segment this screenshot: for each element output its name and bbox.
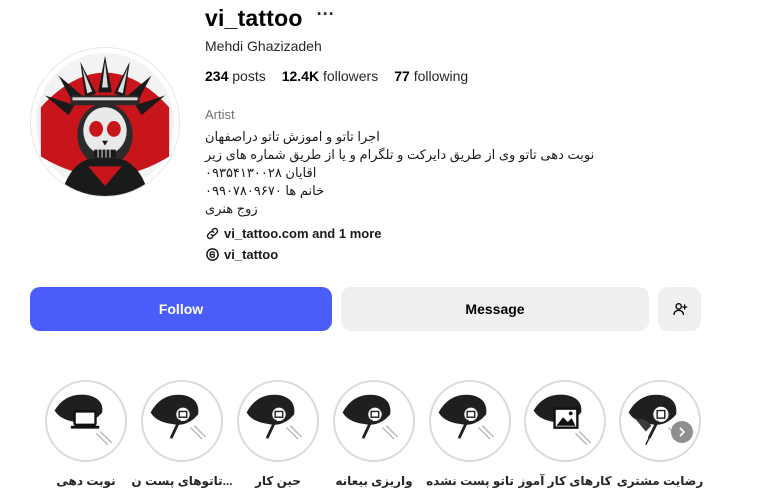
highlight-label: کارهای کار آموز — [518, 474, 612, 488]
bio: اجرا تاتو و اموزش تاتو دراصفهان نوبت دهی… — [205, 128, 594, 218]
picture-icon — [533, 394, 592, 446]
tattoo-machine-icon — [342, 394, 399, 440]
profile-stats: 234 posts 12.4K followers 77 following — [205, 68, 468, 84]
highlight-label: نوبت دهی — [56, 474, 116, 488]
highlight-label: رضایت مشتری — [616, 474, 704, 488]
highlight-cover — [619, 380, 701, 462]
bio-line: ۰۹۳۵۴۱۳۰۰۲۸ اقایان — [205, 165, 317, 180]
link-icon — [206, 227, 219, 240]
posts-count-value: 234 — [205, 68, 229, 84]
threads-handle: vi_tattoo — [224, 247, 279, 262]
highlight-label: تاتو پست نشده — [426, 474, 514, 488]
tattoo-machine-icon — [438, 394, 495, 440]
highlight-cover — [141, 380, 223, 462]
external-link-text: vi_tattoo.com and 1 more — [224, 226, 382, 241]
following-count-label: following — [413, 68, 469, 84]
skull-headdress-avatar — [31, 48, 179, 196]
bio-line: نوبت دهی تاتو وی از طریق دایرکت و تلگرام… — [205, 147, 595, 162]
username-row: vi_tattoo ··· — [205, 4, 335, 32]
chevron-right-icon — [679, 427, 685, 437]
bio-line: زوج هنری — [205, 201, 258, 216]
highlight-label: واریزی بیعانه — [335, 474, 413, 488]
highlight-cover — [524, 380, 606, 462]
followers-link[interactable]: 12.4K followers — [282, 68, 379, 84]
posts-count-label: posts — [232, 68, 266, 84]
bio-line: اجرا تاتو و اموزش تاتو دراصفهان — [205, 129, 380, 144]
highlight-cover — [333, 380, 415, 462]
suggest-people-button[interactable] — [658, 287, 701, 331]
highlight-cover — [45, 380, 127, 462]
profile-category: Artist — [205, 107, 235, 122]
posts-count: 234 posts — [205, 68, 266, 84]
follow-button[interactable]: Follow — [30, 287, 332, 331]
story-highlights: رضایت مشتری کارهای کار آموز تاتو پست نشد… — [0, 377, 770, 500]
username: vi_tattoo — [205, 4, 303, 31]
avatar[interactable] — [30, 47, 180, 197]
profile-page: vi_tattoo ··· Mehdi Ghazizadeh 234 posts… — [0, 0, 770, 500]
threads-link[interactable]: vi_tattoo — [205, 247, 278, 262]
external-link[interactable]: vi_tattoo.com and 1 more — [205, 226, 381, 241]
following-count-value: 77 — [394, 68, 410, 84]
tattoo-machine-icon — [246, 394, 303, 440]
followers-count-value: 12.4K — [281, 68, 320, 84]
highlights-next-button[interactable] — [671, 421, 693, 443]
highlight-cover — [237, 380, 319, 462]
followers-count-label: followers — [322, 68, 379, 84]
bio-line: ۰۹۹۰۷۸۰۹۶۷۰ خانم ها — [205, 183, 325, 198]
following-link[interactable]: 77 following — [394, 68, 468, 84]
tattoo-machine-icon — [150, 394, 207, 440]
message-button-label: Message — [465, 301, 525, 317]
add-person-icon — [672, 303, 687, 315]
message-button[interactable]: Message — [341, 287, 649, 331]
highlight-cover — [429, 380, 511, 462]
highlight-label: حین کار — [254, 474, 302, 488]
tattoo-machine-icon — [628, 394, 685, 446]
highlight-label: تاتوهای پست ن... — [131, 474, 233, 488]
more-horizontal-icon[interactable]: ··· — [317, 5, 335, 23]
laptop-icon — [54, 394, 113, 446]
threads-icon — [206, 248, 219, 261]
full-name: Mehdi Ghazizadeh — [205, 38, 322, 54]
follow-button-label: Follow — [158, 301, 204, 317]
